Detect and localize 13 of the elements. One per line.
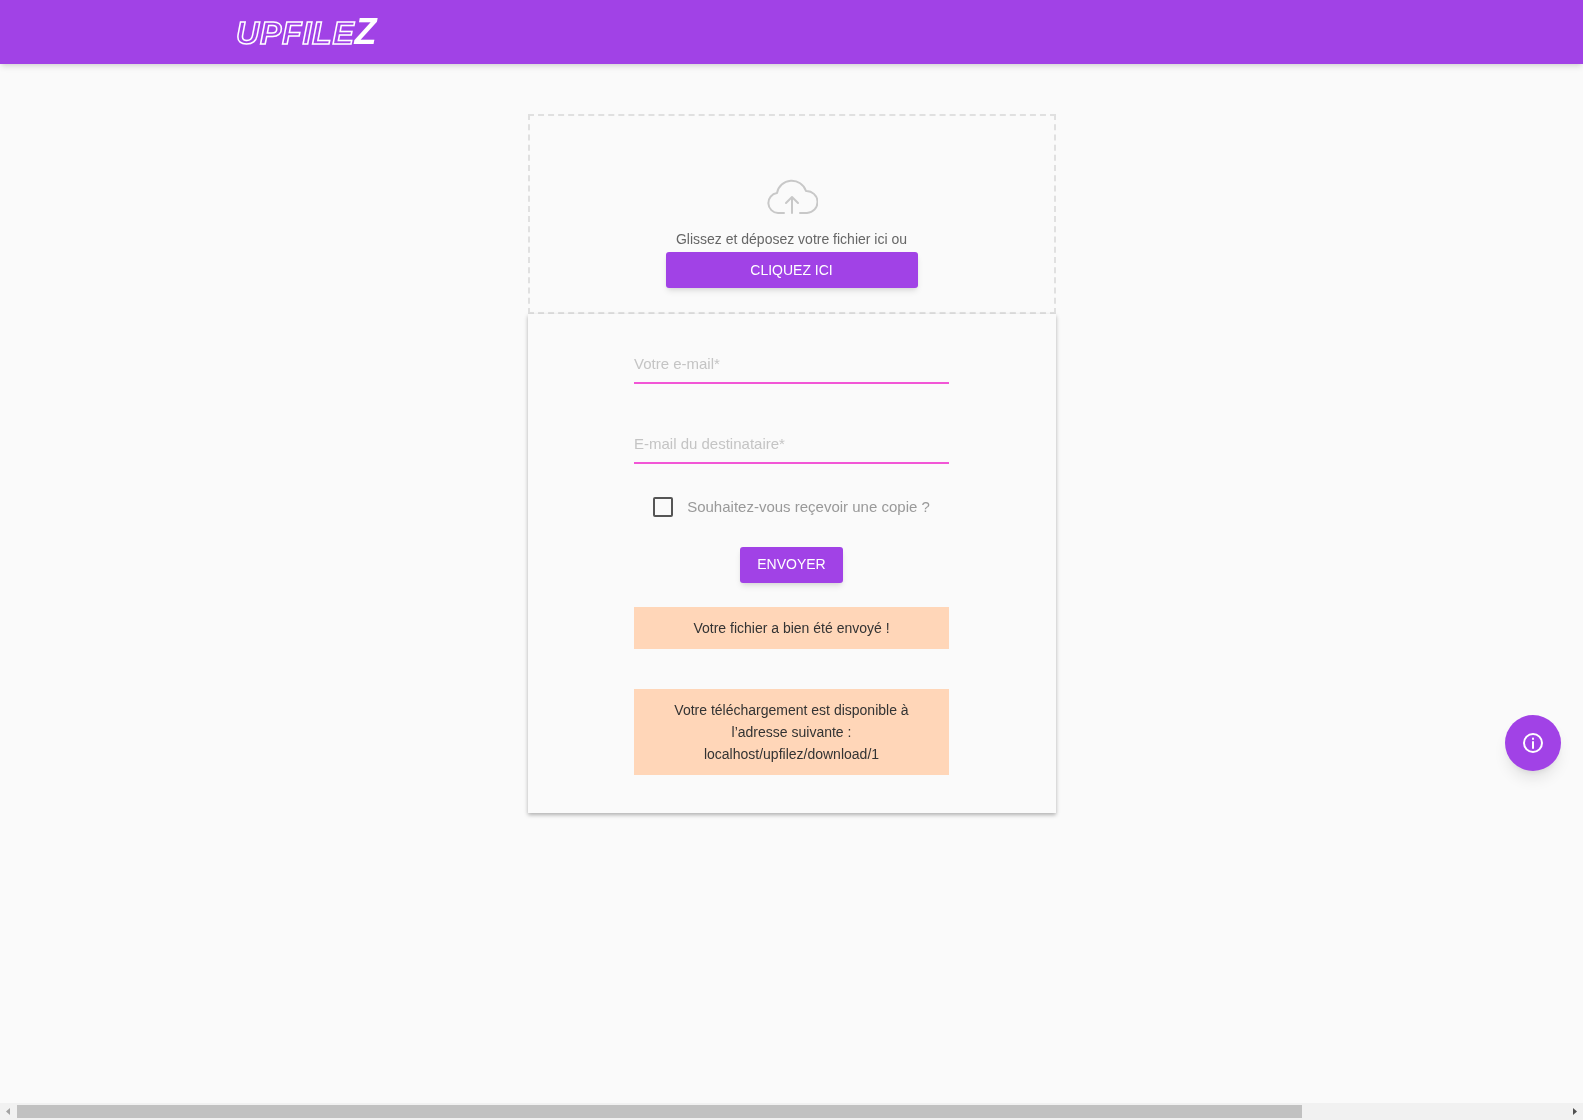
drop-prompt: Glissez et déposez votre fichier ici ou	[675, 230, 908, 249]
status-message: Votre téléchargement est disponible à l’adresse suivante : localhost/upfilez/download/1	[634, 688, 949, 775]
info-icon	[1522, 732, 1544, 754]
browse-button[interactable]: CLIQUEZ ICI	[665, 252, 918, 288]
cloud-upload-icon	[765, 179, 818, 215]
info-button[interactable]	[1505, 715, 1561, 771]
horizontal-scrollbar[interactable]	[0, 1103, 1583, 1120]
status-message: Votre fichier a bien été envoyé !	[634, 606, 949, 649]
copy-checkbox[interactable]	[653, 497, 674, 518]
send-button[interactable]: ENVOYER	[740, 546, 843, 583]
logo[interactable]: UPFILEZ	[236, 14, 378, 50]
copy-label: Souhaitez-vous reçevoir une copie ?	[687, 497, 930, 517]
drop-zone[interactable]: Glissez et déposez votre fichier ici ou CLIQUEZ ICI	[527, 114, 1056, 314]
